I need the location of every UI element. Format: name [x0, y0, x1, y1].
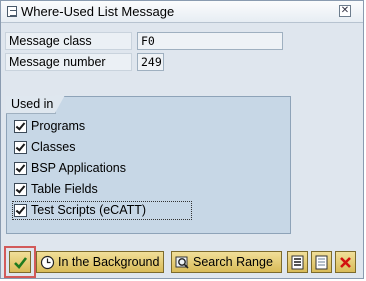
- select-all-button[interactable]: [287, 251, 308, 273]
- message-class-field[interactable]: F0: [137, 32, 283, 50]
- checkbox-label: Classes: [31, 140, 76, 154]
- deselect-all-button[interactable]: [311, 251, 332, 273]
- dialog-toolbar: In the Background Search Range: [1, 246, 363, 278]
- search-icon: [175, 256, 189, 269]
- in-background-button[interactable]: In the Background: [36, 251, 164, 273]
- checkbox-label: Table Fields: [31, 182, 98, 196]
- search-range-button[interactable]: Search Range: [171, 251, 282, 273]
- used-in-title: Used in: [6, 95, 65, 114]
- where-used-dialog: Where-Used List Message ✕ Message class …: [0, 0, 364, 279]
- search-range-label: Search Range: [193, 255, 273, 269]
- select-all-icon: [291, 255, 304, 270]
- deselect-all-icon: [315, 255, 328, 270]
- message-number-field[interactable]: 249: [137, 53, 164, 71]
- checkbox-icon[interactable]: [14, 120, 27, 133]
- message-number-label: Message number: [5, 53, 132, 71]
- checkbox-label: Test Scripts (eCATT): [31, 203, 147, 217]
- checkbox-icon[interactable]: [14, 204, 27, 217]
- checkbox-icon[interactable]: [14, 141, 27, 154]
- window-title: Where-Used List Message: [21, 4, 175, 19]
- cancel-button[interactable]: [335, 251, 356, 273]
- checkbox-label: Programs: [31, 119, 86, 133]
- close-icon[interactable]: ✕: [339, 5, 351, 17]
- cancel-icon: [340, 257, 351, 268]
- message-class-label: Message class: [5, 32, 132, 50]
- title-bar: Where-Used List Message ✕: [1, 1, 363, 23]
- checkmark-icon: [14, 257, 28, 269]
- ok-highlight: [4, 246, 36, 278]
- checkbox-icon[interactable]: [14, 162, 27, 175]
- clock-icon: [40, 255, 55, 270]
- continue-button[interactable]: [9, 251, 31, 273]
- checkbox-label: BSP Applications: [31, 161, 126, 175]
- checkbox-icon[interactable]: [14, 183, 27, 196]
- in-background-label: In the Background: [58, 255, 160, 269]
- used-in-group: Used in Programs Classes BSP Application…: [6, 95, 291, 234]
- window-icon: [7, 6, 17, 17]
